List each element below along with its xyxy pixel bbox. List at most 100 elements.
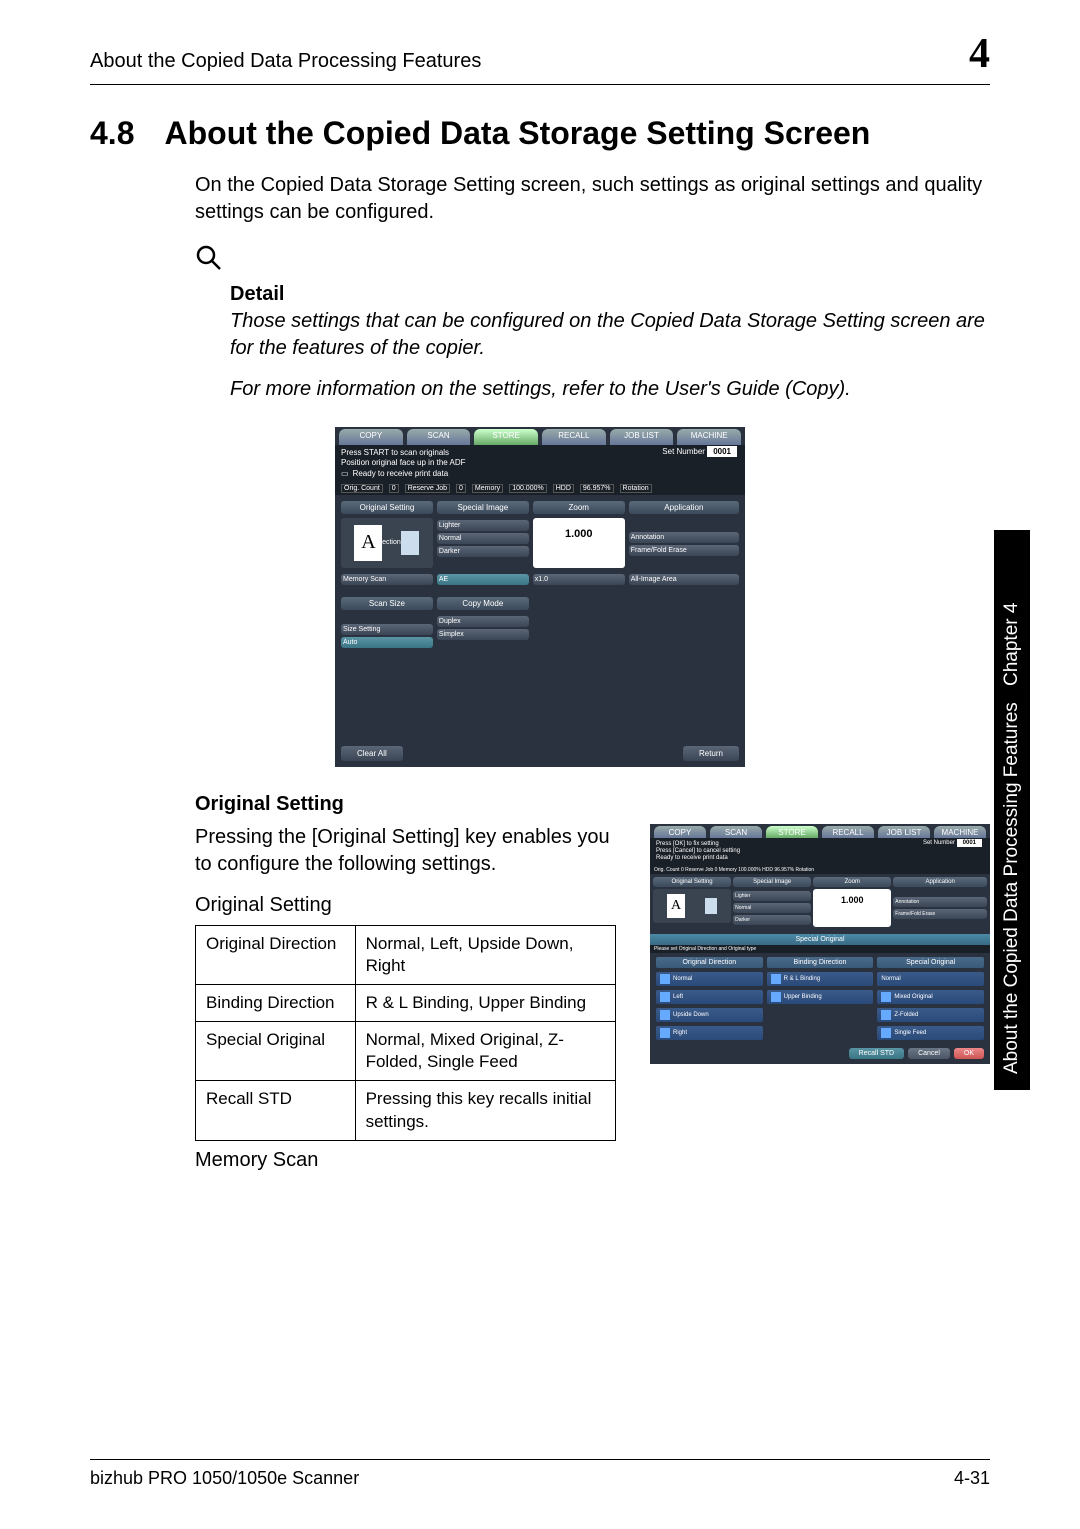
- table-row: Recall STDPressing this key recalls init…: [196, 1081, 616, 1140]
- up-arrow-icon: [660, 974, 670, 984]
- set-number-label: Set Number: [662, 447, 705, 456]
- overlay-subtitle: Please set Original Direction and Origin…: [650, 945, 990, 953]
- stat-orig-val: 0: [389, 484, 399, 493]
- darker-button[interactable]: Darker: [437, 546, 529, 557]
- ui2-annotation[interactable]: Annotation: [893, 897, 987, 907]
- col-special-image[interactable]: Special Image: [437, 501, 529, 514]
- ui2-setnum-label: Set Number: [923, 840, 955, 846]
- orig-dir-left[interactable]: Left: [656, 990, 763, 1004]
- ui1-tab-machine[interactable]: MACHINE: [677, 429, 741, 445]
- ui1-status-row: Orig. Count 0 Reserve Job 0 Memory 100.0…: [335, 482, 745, 495]
- direction-label: Direction: [373, 539, 401, 546]
- col-original-setting[interactable]: Original Setting: [341, 501, 433, 514]
- zfold-icon: [881, 1010, 891, 1020]
- copy-mode-col: Duplex Simplex: [437, 614, 529, 650]
- special-image-opts: Lighter Normal Darker: [437, 518, 529, 568]
- ui1-tab-joblist[interactable]: JOB LIST: [610, 429, 674, 445]
- table-row: Original DirectionNormal, Left, Upside D…: [196, 926, 616, 985]
- special-zfold[interactable]: Z-Folded: [877, 1008, 984, 1022]
- bind-upper[interactable]: Upper Binding: [767, 990, 874, 1004]
- all-image-area-button[interactable]: All-Image Area: [629, 574, 739, 585]
- ui2-lighter[interactable]: Lighter: [733, 891, 811, 901]
- side-tab: About the Copied Data Processing Feature…: [994, 530, 1030, 1090]
- duplex-button[interactable]: Duplex: [437, 616, 529, 627]
- copy-mode-head: Copy Mode: [437, 597, 529, 610]
- scan-size-head: Scan Size: [341, 597, 433, 610]
- stat-hdd-val: 96.957%: [580, 484, 614, 493]
- ui2-col-os[interactable]: Original Setting: [653, 877, 731, 887]
- return-button[interactable]: Return: [683, 746, 739, 761]
- ui2-direction-box: A: [653, 889, 731, 923]
- ui2-tab-joblist[interactable]: JOB LIST: [878, 826, 930, 838]
- original-setting-para: Pressing the [Original Setting] key enab…: [195, 824, 616, 878]
- cancel-button[interactable]: Cancel: [908, 1048, 950, 1059]
- ui1-tabs: COPY SCAN STORE RECALL JOB LIST MACHINE: [335, 427, 745, 445]
- ae-button[interactable]: AE: [437, 574, 529, 585]
- col-application[interactable]: Application: [629, 501, 739, 514]
- table-row: Special OriginalNormal, Mixed Original, …: [196, 1022, 616, 1081]
- detail-label: Detail: [230, 283, 990, 306]
- ui2-page-icon: [705, 898, 717, 914]
- ui2-tab-machine[interactable]: MACHINE: [934, 826, 986, 838]
- original-setting-table: Original DirectionNormal, Left, Upside D…: [195, 925, 616, 1141]
- cell-key: Binding Direction: [196, 985, 356, 1022]
- special-mixed[interactable]: Mixed Original: [877, 990, 984, 1004]
- ui1-tab-scan[interactable]: SCAN: [407, 429, 471, 445]
- overlay-col-special: Special Original: [877, 957, 984, 968]
- orig-dir-right[interactable]: Right: [656, 1026, 763, 1040]
- ui2-tab-store[interactable]: STORE: [766, 826, 818, 838]
- direction-box: Direction A: [341, 518, 433, 568]
- special-single[interactable]: Single Feed: [877, 1026, 984, 1040]
- ui1-set-number: Set Number 0001: [662, 447, 737, 457]
- simplex-button[interactable]: Simplex: [437, 629, 529, 640]
- frame-fold-button[interactable]: Frame/Fold Erase: [629, 545, 739, 556]
- auto-button[interactable]: Auto: [341, 637, 433, 648]
- overlay-col-bind-dir: Binding Direction: [767, 957, 874, 968]
- footer-right: 4-31: [954, 1468, 990, 1489]
- original-setting-sub: Original Setting: [195, 894, 616, 917]
- col-zoom[interactable]: Zoom: [533, 501, 625, 514]
- ui2-col-zoom[interactable]: Zoom: [813, 877, 891, 887]
- ui1-msg3: Ready to receive print data: [353, 469, 449, 479]
- copier-ui-screenshot-1: COPY SCAN STORE RECALL JOB LIST MACHINE …: [335, 427, 745, 767]
- ui1-tab-store[interactable]: STORE: [474, 429, 538, 445]
- cell-key: Recall STD: [196, 1081, 356, 1140]
- orig-dir-upside[interactable]: Upside Down: [656, 1008, 763, 1022]
- overlay-col-orig-dir: Original Direction: [656, 957, 763, 968]
- ui1-tab-copy[interactable]: COPY: [339, 429, 403, 445]
- special-normal[interactable]: Normal: [877, 972, 984, 986]
- ui2-normal[interactable]: Normal: [733, 903, 811, 913]
- ui2-col-app[interactable]: Application: [893, 877, 987, 887]
- ok-button[interactable]: OK: [954, 1048, 984, 1059]
- ui2-frame-fold[interactable]: Frame/Fold Erase: [893, 909, 987, 919]
- section-title: About the Copied Data Storage Setting Sc…: [164, 115, 870, 151]
- zoom-mult-button[interactable]: x1.0: [533, 574, 625, 585]
- annotation-button[interactable]: Annotation: [629, 532, 739, 543]
- page-footer: bizhub PRO 1050/1050e Scanner 4-31: [90, 1459, 990, 1489]
- ui2-setnum-val: 0001: [957, 839, 982, 847]
- clear-all-button[interactable]: Clear All: [341, 746, 403, 761]
- down-arrow-icon: [660, 1010, 670, 1020]
- ui1-tab-recall[interactable]: RECALL: [542, 429, 606, 445]
- ui2-tab-recall[interactable]: RECALL: [822, 826, 874, 838]
- footer-left: bizhub PRO 1050/1050e Scanner: [90, 1468, 359, 1489]
- table-row: Binding DirectionR & L Binding, Upper Bi…: [196, 985, 616, 1022]
- stat-memory-val: 100.000%: [509, 484, 547, 493]
- ui2-tab-scan[interactable]: SCAN: [710, 826, 762, 838]
- ui2-tab-copy[interactable]: COPY: [654, 826, 706, 838]
- left-arrow-icon: [660, 992, 670, 1002]
- ui2-col-si[interactable]: Special Image: [733, 877, 811, 887]
- orig-dir-normal[interactable]: Normal: [656, 972, 763, 986]
- ui2-msg3: Ready to receive print data: [656, 855, 984, 862]
- memory-scan-button[interactable]: Memory Scan: [341, 574, 433, 585]
- normal-button[interactable]: Normal: [437, 533, 529, 544]
- lighter-button[interactable]: Lighter: [437, 520, 529, 531]
- zoom-value: 1.000: [533, 518, 625, 568]
- ui2-darker[interactable]: Darker: [733, 915, 811, 925]
- size-setting-button[interactable]: Size Setting: [341, 624, 433, 635]
- bind-rl[interactable]: R & L Binding: [767, 972, 874, 986]
- cell-key: Special Original: [196, 1022, 356, 1081]
- section-number: 4.8: [90, 115, 134, 151]
- section-intro: On the Copied Data Storage Setting scree…: [195, 172, 990, 226]
- recall-std-button[interactable]: Recall STD: [849, 1048, 904, 1059]
